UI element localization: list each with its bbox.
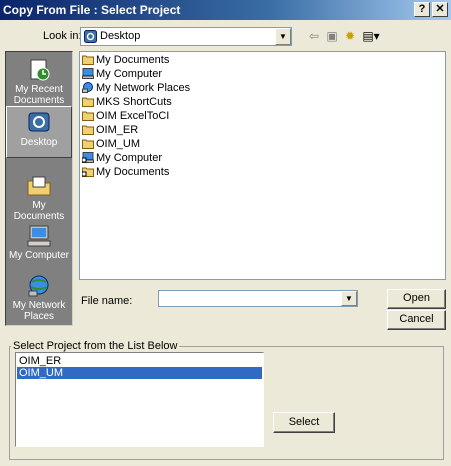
view-menu-icon[interactable]: ▤▾ <box>360 29 382 43</box>
folder-icon <box>82 111 94 121</box>
place-label: My Computer <box>8 250 69 261</box>
file-item[interactable]: My Network Places <box>82 82 190 95</box>
folder-icon <box>82 97 94 107</box>
chevron-down-icon[interactable]: ▼ <box>341 291 357 306</box>
network-places-icon <box>28 275 49 297</box>
place-recent-documents[interactable]: My Recent Documents <box>6 54 72 106</box>
close-button[interactable]: ✕ <box>432 2 448 17</box>
look-in-label: Look in: <box>43 30 82 42</box>
file-item[interactable]: My Computer <box>82 68 162 81</box>
documents-shortcut-icon <box>82 167 94 177</box>
file-name-input[interactable]: ▼ <box>158 290 358 307</box>
place-desktop[interactable]: Desktop <box>6 106 72 158</box>
place-my-computer[interactable]: My Computer <box>6 220 72 272</box>
project-item[interactable]: OIM_ER <box>17 355 262 367</box>
place-label: My Network Places <box>12 300 66 322</box>
documents-folder-icon <box>82 55 94 65</box>
title-bar: Copy From File : Select Project <box>0 0 451 20</box>
file-list[interactable]: My Documents My Computer My Network Plac… <box>79 51 446 280</box>
file-item[interactable]: OIM ExcelToCI <box>82 110 169 123</box>
file-item[interactable]: OIM_UM <box>82 138 140 151</box>
file-item[interactable]: My Documents <box>82 166 169 179</box>
look-in-value: Desktop <box>100 30 141 42</box>
computer-shortcut-icon <box>82 152 94 163</box>
file-item[interactable]: My Computer <box>82 152 162 165</box>
recent-documents-icon <box>30 59 50 81</box>
back-icon[interactable]: ⇦ <box>306 29 322 43</box>
desktop-icon <box>84 30 97 43</box>
file-item[interactable]: My Documents <box>82 54 169 67</box>
place-network-places[interactable]: My Network Places <box>6 270 72 322</box>
help-button[interactable]: ? <box>414 2 430 17</box>
computer-icon <box>82 68 94 79</box>
up-folder-icon[interactable]: ▣ <box>324 29 340 43</box>
desktop-icon <box>28 112 50 132</box>
new-folder-icon[interactable]: ✹ <box>342 29 358 43</box>
project-item[interactable]: OIM_UM <box>17 367 262 379</box>
place-my-documents[interactable]: My Documents <box>6 170 72 222</box>
places-bar: My Recent Documents Desktop My Documents… <box>5 51 73 326</box>
cancel-button[interactable]: Cancel <box>387 310 446 330</box>
file-name-label: File name: <box>81 295 133 307</box>
file-item[interactable]: MKS ShortCuts <box>82 96 172 109</box>
project-list[interactable]: OIM_ER OIM_UM <box>15 352 264 447</box>
window-title: Copy From File : Select Project <box>3 3 181 17</box>
network-icon <box>82 82 93 93</box>
my-computer-icon <box>27 225 51 247</box>
file-item[interactable]: OIM_ER <box>82 124 138 137</box>
place-label: My Documents <box>13 200 65 222</box>
project-group-label: Select Project from the List Below <box>11 340 180 352</box>
folder-icon <box>82 139 94 149</box>
my-documents-icon <box>27 176 51 196</box>
place-label: My Recent Documents <box>13 84 65 106</box>
select-button[interactable]: Select <box>273 412 335 433</box>
open-button[interactable]: Open <box>387 289 446 309</box>
copy-from-file-dialog: Copy From File : Select Project ? ✕ Look… <box>0 0 451 466</box>
place-label: Desktop <box>20 137 58 148</box>
look-in-dropdown[interactable]: Desktop ▼ <box>80 27 292 46</box>
chevron-down-icon[interactable]: ▼ <box>275 28 291 45</box>
folder-icon <box>82 125 94 135</box>
